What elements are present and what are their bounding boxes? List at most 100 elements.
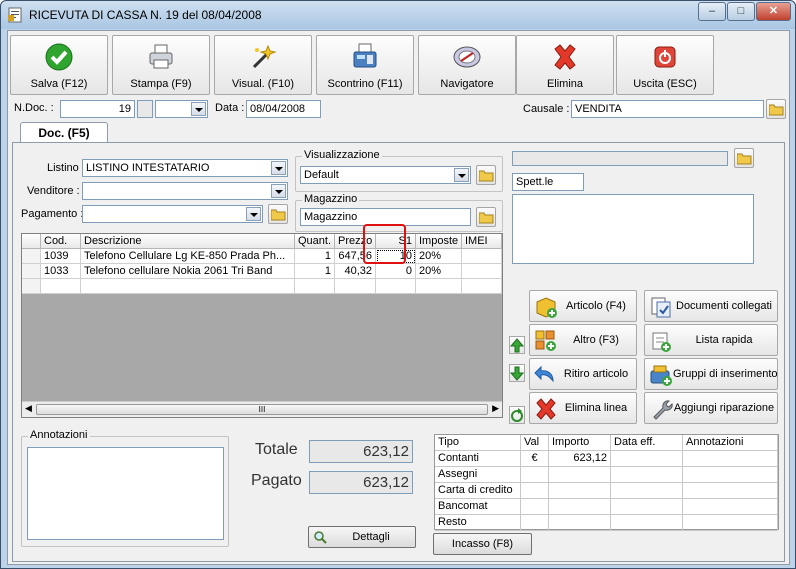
visualizzazione-select[interactable]: Default [300, 166, 471, 184]
cell-annotazioni[interactable] [683, 515, 778, 531]
navigator-button[interactable]: Navigatore [418, 35, 516, 95]
annotazioni-field[interactable] [27, 447, 224, 540]
chevron-down-icon[interactable] [191, 102, 206, 116]
cell-val[interactable] [521, 499, 549, 515]
cell-annotazioni[interactable] [683, 451, 778, 467]
cliente-field[interactable] [512, 151, 728, 166]
elimina-linea-button[interactable]: Elimina linea [529, 392, 637, 424]
venditore-select[interactable] [82, 182, 288, 200]
cell-descrizione[interactable] [81, 279, 295, 294]
cell-importo[interactable] [549, 499, 611, 515]
cliente-folder-button[interactable] [734, 148, 754, 168]
delete-button[interactable]: Elimina [516, 35, 614, 95]
documenti-collegati-button[interactable]: Documenti collegati [644, 290, 778, 322]
cell-importo[interactable] [549, 483, 611, 499]
cell-val[interactable]: € [521, 451, 549, 467]
cell-data-eff[interactable] [611, 467, 683, 483]
tab-doc[interactable]: Doc. (F5) [20, 122, 108, 144]
col-tipo[interactable]: Tipo [435, 435, 521, 451]
table-row[interactable]: 1033 Telefono cellulare Nokia 2061 Tri B… [22, 264, 502, 279]
payment-row[interactable]: Contanti € 623,12 [435, 451, 778, 467]
ndoc-suffix-button[interactable] [137, 100, 153, 118]
gruppi-inserimento-button[interactable]: Gruppi di inserimento [644, 358, 778, 390]
col-descrizione[interactable]: Descrizione [81, 234, 295, 249]
cell-quant[interactable] [295, 279, 335, 294]
move-up-button[interactable] [509, 336, 525, 354]
save-button[interactable]: Salva (F12) [10, 35, 108, 95]
cell-importo[interactable]: 623,12 [549, 451, 611, 467]
chevron-down-icon[interactable] [271, 161, 286, 175]
altro-button[interactable]: Altro (F3) [529, 324, 637, 356]
cell-annotazioni[interactable] [683, 467, 778, 483]
payment-row[interactable]: Carta di credito [435, 483, 778, 499]
cell-val[interactable] [521, 483, 549, 499]
date-field[interactable]: 08/04/2008 [246, 100, 321, 118]
col-imei[interactable]: IMEI [462, 234, 502, 249]
cell-data-eff[interactable] [611, 499, 683, 515]
dettagli-button[interactable]: Dettagli [308, 526, 416, 548]
cell-imposte[interactable] [416, 279, 462, 294]
table-row-new[interactable] [22, 279, 502, 294]
cell-s1[interactable] [376, 279, 416, 294]
col-importo[interactable]: Importo [549, 435, 611, 451]
ritiro-articolo-button[interactable]: Ritiro articolo [529, 358, 637, 390]
cell-quant[interactable]: 1 [295, 264, 335, 279]
cell-imei[interactable] [462, 279, 502, 294]
receipt-button[interactable]: Scontrino (F11) [316, 35, 414, 95]
cell-cod[interactable]: 1033 [41, 264, 81, 279]
cell-cod[interactable] [41, 279, 81, 294]
col-val[interactable]: Val [521, 435, 549, 451]
cell-descrizione[interactable]: Telefono Cellulare Lg KE-850 Prada Ph... [81, 249, 295, 264]
cell-s1[interactable]: 0 [376, 264, 416, 279]
cell-val[interactable] [521, 515, 549, 531]
payment-row[interactable]: Resto [435, 515, 778, 531]
pagamento-select[interactable] [82, 205, 263, 223]
visualizzazione-folder-button[interactable] [476, 165, 496, 185]
move-down-button[interactable] [509, 364, 525, 382]
lista-rapida-button[interactable]: Lista rapida [644, 324, 778, 356]
pagamento-folder-button[interactable] [268, 204, 288, 224]
cell-annotazioni[interactable] [683, 483, 778, 499]
row-selector[interactable] [22, 264, 41, 279]
cell-data-eff[interactable] [611, 451, 683, 467]
ndoc-field[interactable]: 19 [60, 100, 135, 118]
col-cod[interactable]: Cod. [41, 234, 81, 249]
col-annotazioni[interactable]: Annotazioni [683, 435, 778, 451]
cell-prezzo[interactable] [335, 279, 376, 294]
cell-val[interactable] [521, 467, 549, 483]
cell-imei[interactable] [462, 249, 502, 264]
chevron-down-icon[interactable] [454, 168, 469, 182]
chevron-down-icon[interactable] [271, 184, 286, 198]
incasso-button[interactable]: Incasso (F8) [433, 533, 532, 555]
payments-table[interactable]: Tipo Val Importo Data eff. Annotazioni C… [434, 434, 779, 531]
cell-descrizione[interactable]: Telefono cellulare Nokia 2061 Tri Band [81, 264, 295, 279]
cell-quant[interactable]: 1 [295, 249, 335, 264]
magazzino-folder-button[interactable] [476, 207, 496, 227]
aggiungi-riparazione-button[interactable]: Aggiungi riparazione [644, 392, 778, 424]
causale-field[interactable]: VENDITA [571, 100, 764, 118]
listino-select[interactable]: LISTINO INTESTATARIO [82, 159, 288, 177]
cell-cod[interactable]: 1039 [41, 249, 81, 264]
row-selector[interactable] [22, 249, 41, 264]
close-button[interactable]: ✕ [756, 2, 791, 21]
cell-prezzo[interactable]: 40,32 [335, 264, 376, 279]
cell-importo[interactable] [549, 515, 611, 531]
row-selector[interactable] [22, 279, 41, 294]
cell-data-eff[interactable] [611, 483, 683, 499]
cell-importo[interactable] [549, 467, 611, 483]
col-imposte[interactable]: Imposte [416, 234, 462, 249]
scroll-left-icon[interactable]: ◀ [25, 403, 32, 414]
exit-button[interactable]: Uscita (ESC) [616, 35, 714, 95]
cell-data-eff[interactable] [611, 515, 683, 531]
items-grid[interactable]: Cod. Descrizione Quant. Prezzo S1 Impost… [21, 224, 503, 418]
payment-row[interactable]: Assegni [435, 467, 778, 483]
refresh-button[interactable] [509, 406, 525, 424]
cell-annotazioni[interactable] [683, 499, 778, 515]
col-quant[interactable]: Quant. [295, 234, 335, 249]
minimize-button[interactable]: ‒ [698, 2, 726, 21]
cell-imei[interactable] [462, 264, 502, 279]
horizontal-scrollbar[interactable]: ◀ III ▶ [22, 401, 502, 417]
indirizzo-field[interactable] [512, 194, 754, 264]
print-button[interactable]: Stampa (F9) [112, 35, 210, 95]
chevron-down-icon[interactable] [246, 207, 261, 221]
